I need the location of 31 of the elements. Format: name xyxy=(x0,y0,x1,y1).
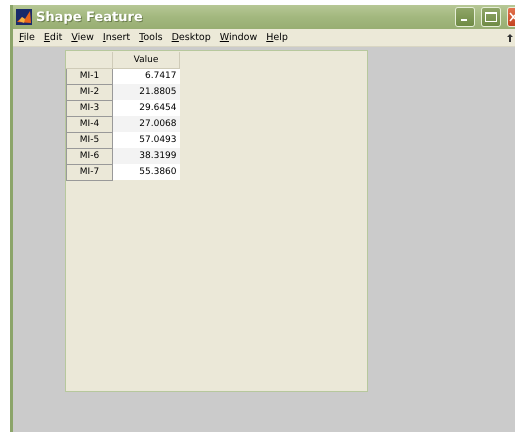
menu-item[interactable]: Edit xyxy=(40,32,66,43)
dock-arrow-icon[interactable] xyxy=(507,34,513,42)
row-header[interactable]: MI-4 xyxy=(66,116,112,132)
menu-item[interactable]: Desktop xyxy=(168,32,215,43)
row-header[interactable]: MI-3 xyxy=(66,100,112,116)
app-logo-icon xyxy=(16,9,32,25)
minimize-button[interactable] xyxy=(455,7,475,27)
close-button[interactable] xyxy=(507,7,515,27)
menu-item[interactable]: Window xyxy=(216,32,262,43)
column-header[interactable]: Value xyxy=(112,52,180,68)
menu-item[interactable]: View xyxy=(67,32,98,43)
close-icon xyxy=(508,12,515,22)
menu-item[interactable]: Help xyxy=(262,32,292,43)
maximize-button[interactable] xyxy=(481,7,501,27)
row-header[interactable]: MI-1 xyxy=(66,68,112,84)
table-cell[interactable]: 6.7417 xyxy=(112,68,180,84)
menu-item[interactable]: File xyxy=(15,32,39,43)
table-cell[interactable]: 55.3860 xyxy=(112,164,180,180)
row-header[interactable]: MI-6 xyxy=(66,148,112,164)
row-header[interactable]: MI-7 xyxy=(66,164,112,180)
table-cell[interactable]: 27.0068 xyxy=(112,116,180,132)
maximize-icon xyxy=(485,12,497,22)
row-header[interactable]: MI-2 xyxy=(66,84,112,100)
row-header[interactable]: MI-5 xyxy=(66,132,112,148)
table-cell[interactable]: 57.0493 xyxy=(112,132,180,148)
table-cell[interactable]: 21.8805 xyxy=(112,84,180,100)
table-cell[interactable]: 38.3199 xyxy=(112,148,180,164)
window-title: Shape Feature xyxy=(36,10,144,24)
menu-item[interactable]: Tools xyxy=(135,32,167,43)
menu-item[interactable]: Insert xyxy=(98,32,134,43)
table-cell[interactable]: 29.6454 xyxy=(112,100,180,116)
